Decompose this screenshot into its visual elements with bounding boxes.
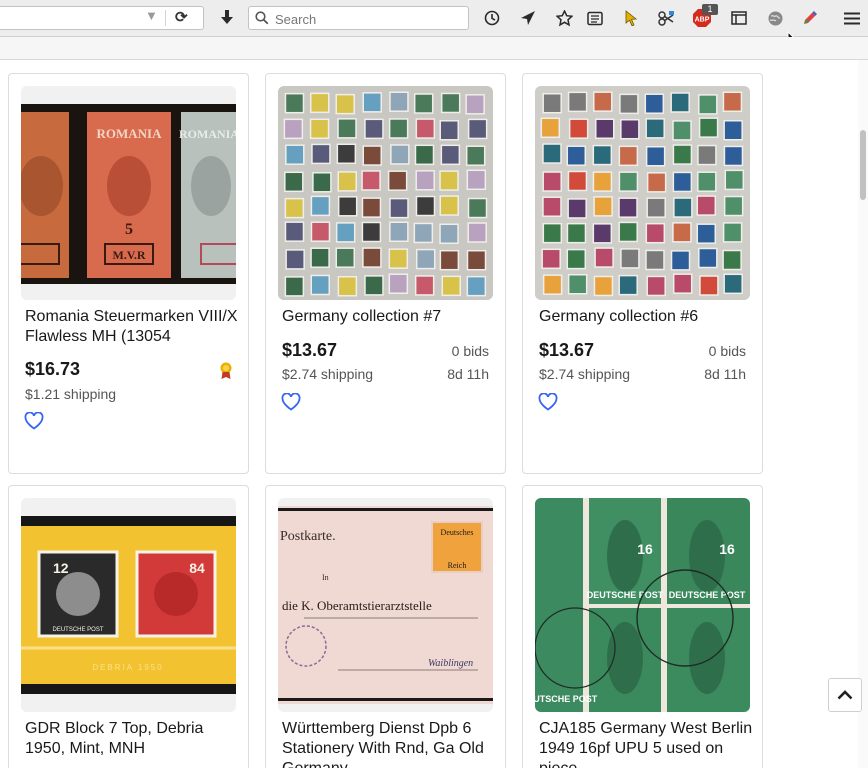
watchlist-heart-icon[interactable]: [538, 393, 558, 411]
sidebar-toggle-icon[interactable]: [727, 6, 751, 30]
gdr-left-value: 12: [53, 560, 69, 576]
wurttemberg-stamp-top: Deutsches: [441, 528, 474, 537]
color-picker-icon[interactable]: [799, 6, 823, 30]
listing-card[interactable]: Germany collection #6 $13.67 0 bids $2.7…: [522, 73, 763, 474]
listing-title[interactable]: Germany collection #7: [282, 307, 497, 327]
bookmark-star-icon[interactable]: [552, 6, 576, 30]
url-bar-separator: [165, 10, 166, 26]
postcard-place: Waiblingen: [428, 658, 473, 669]
wurttemberg-stamp-bottom: Reich: [448, 561, 467, 570]
browser-toolbar: ▼ ⟳ ABP 1: [0, 0, 868, 49]
menu-hamburger-icon[interactable]: [840, 6, 864, 30]
listing-title[interactable]: GDR Block 7 Top, Debria 1950, Mint, MNH: [25, 719, 240, 759]
romania-stamp-label: ROMANIA: [97, 126, 163, 141]
listing-price: $16.73: [25, 359, 81, 379]
listing-title[interactable]: CJA185 Germany West Berlin 1949 16pf UPU…: [539, 719, 754, 768]
berlin-stamp-text: DEUTSCHE POST: [587, 590, 664, 600]
listing-card[interactable]: Germany collection #7 $13.67 0 bids $2.7…: [265, 73, 506, 474]
downloads-icon[interactable]: [215, 6, 239, 30]
postcard-prefix: In: [322, 573, 329, 582]
history-dropdown-icon[interactable]: ▼: [145, 8, 158, 23]
url-bar[interactable]: ▼ ⟳: [0, 6, 204, 30]
page-scrollbar[interactable]: [858, 60, 868, 768]
watchlist-heart-icon[interactable]: [281, 393, 301, 411]
scrollbar-thumb[interactable]: [860, 130, 866, 200]
berlin-stamp-text-2: DEUTSCHE POST: [669, 590, 746, 600]
listing-grid: ROMANIA ROMANIA 5 M.V.R Romania Steuerma…: [0, 60, 868, 768]
listing-time-left: 8d 11h: [447, 366, 489, 382]
notification-bar: [0, 37, 868, 60]
listing-title[interactable]: Romania Steuermarken VIII/X Flawless MH …: [25, 307, 240, 347]
berlin-stamp-value-2: 16: [719, 541, 735, 557]
top-rated-seller-icon: [220, 362, 232, 379]
listing-title[interactable]: Germany collection #6: [539, 307, 754, 327]
listing-image[interactable]: Deutsches Reich Postkarte. In die K. Obe…: [278, 498, 493, 712]
search-box[interactable]: [248, 6, 469, 30]
listing-image[interactable]: ROMANIA ROMANIA 5 M.V.R: [21, 86, 236, 300]
chevron-up-icon: [837, 690, 853, 700]
romania-stamp-label-2: ROMANIA: [179, 127, 236, 141]
berlin-stamp-value: 16: [637, 541, 653, 557]
listing-shipping: $2.74 shipping: [539, 366, 631, 382]
listing-image[interactable]: 16 16 DEUTSCHE POST DEUTSCHE POST DEUTSC…: [535, 498, 750, 712]
berlin-stamp-text-3: DEUTSCHE POST: [535, 694, 598, 704]
postcard-title: Postkarte.: [280, 529, 336, 544]
romania-stamp-value: 5: [125, 221, 133, 238]
listing-bids: 0 bids: [451, 343, 489, 359]
postcard-addressee: die K. Oberamtstierarztstelle: [282, 598, 432, 613]
listing-time-left: 8d 11h: [704, 366, 746, 382]
listing-image[interactable]: [278, 86, 493, 300]
adblock-count-badge: 1: [702, 4, 718, 15]
listing-image[interactable]: 12 84 DEUTSCHE POST DEBRIA 1950: [21, 498, 236, 712]
history-clock-icon[interactable]: [480, 6, 504, 30]
listing-card[interactable]: Deutsches Reich Postkarte. In die K. Obe…: [265, 485, 506, 768]
gdr-bottom-text: DEBRIA 1950: [92, 663, 163, 672]
search-icon: [255, 11, 269, 25]
gdr-country-text: DEUTSCHE POST: [52, 627, 103, 633]
listing-bids: 0 bids: [708, 343, 746, 359]
listing-shipping: $1.21 shipping: [25, 386, 117, 402]
reading-list-icon[interactable]: [583, 6, 607, 30]
listing-price: $13.67: [282, 340, 338, 360]
cursor-extension-icon[interactable]: [619, 6, 643, 30]
romania-overprint: M.V.R: [112, 248, 145, 262]
send-arrow-icon[interactable]: [516, 6, 540, 30]
listing-shipping: $2.74 shipping: [282, 366, 374, 382]
listing-image[interactable]: [535, 86, 750, 300]
screenshot-extension-icon[interactable]: [654, 6, 678, 30]
svg-text:ABP: ABP: [695, 17, 710, 24]
listing-price: $13.67: [539, 340, 595, 360]
search-input[interactable]: [273, 9, 467, 29]
reload-icon[interactable]: ⟳: [175, 8, 188, 26]
watchlist-heart-icon[interactable]: [24, 412, 44, 430]
listing-title[interactable]: Württemberg Dienst Dpb 6 Stationery With…: [282, 719, 497, 768]
listing-card[interactable]: 16 16 DEUTSCHE POST DEUTSCHE POST DEUTSC…: [522, 485, 763, 768]
globe-extension-icon[interactable]: [763, 6, 787, 30]
listing-card[interactable]: 12 84 DEUTSCHE POST DEBRIA 1950 GDR Bloc…: [8, 485, 249, 768]
listing-card[interactable]: ROMANIA ROMANIA 5 M.V.R Romania Steuerma…: [8, 73, 249, 474]
back-to-top-button[interactable]: [828, 678, 862, 712]
gdr-right-value: 84: [189, 560, 205, 576]
